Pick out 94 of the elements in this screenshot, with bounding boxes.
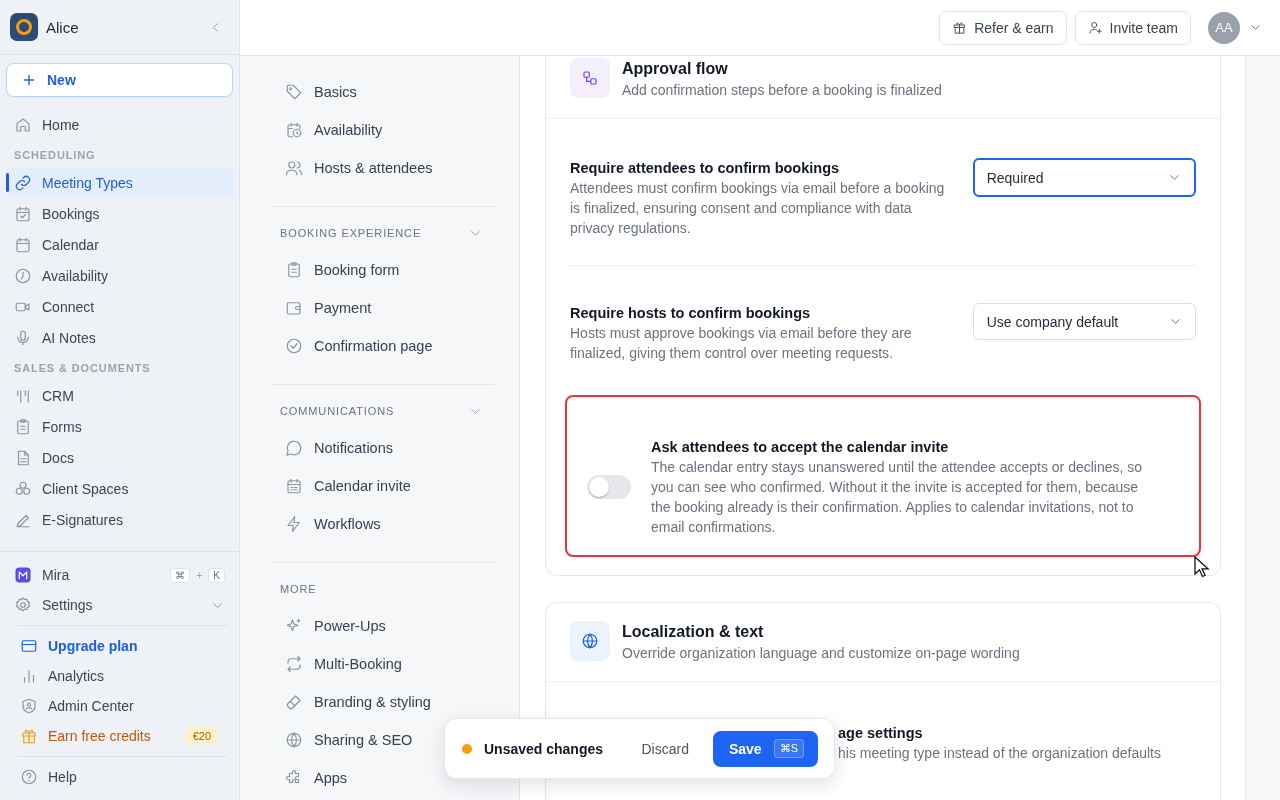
chat-bubble-icon: [285, 439, 303, 457]
nav-item[interactable]: Connect: [6, 291, 233, 322]
status-text: Unsaved changes: [484, 740, 604, 757]
status-dot: [462, 743, 472, 754]
repeat-icon: [285, 655, 303, 673]
card-title: Localization & text: [622, 622, 765, 642]
section-heading: COMMUNICATIONS: [280, 405, 395, 417]
lightning-icon: [285, 515, 303, 533]
setting-description: Attendees must confirm bookings via email before a booking is finalized, ensuring consent and compliance with data privacy regulations.: [570, 179, 946, 238]
globe-icon: [285, 731, 303, 749]
settings-nav-item[interactable]: Availability: [272, 111, 495, 149]
settings-nav-item[interactable]: Multi-Booking: [272, 645, 495, 683]
plus-icon: [21, 72, 37, 88]
nav-item[interactable]: Help: [12, 762, 227, 792]
toolbar-button[interactable]: Refer & earn: [939, 10, 1067, 45]
clipboard-icon: [14, 417, 32, 436]
clipboard-icon: [285, 261, 303, 279]
assistant-logo-icon: [14, 566, 32, 584]
help-icon: [20, 768, 38, 786]
section-heading: SALES & DOCUMENTS: [13, 361, 152, 376]
link-icon: [14, 173, 32, 192]
section-heading: SCHEDULING: [13, 148, 97, 163]
settings-nav-item[interactable]: Notifications: [272, 429, 495, 467]
nav-item[interactable]: E-Signatures: [6, 504, 233, 535]
calendar-check-icon: [14, 204, 32, 223]
workspace-logo-icon: [10, 13, 38, 41]
clock-icon: [14, 266, 32, 285]
nav-item[interactable]: Analytics: [12, 661, 227, 691]
nav-item[interactable]: Mira ⌘ + K: [6, 560, 233, 590]
nav-item[interactable]: Home: [6, 109, 233, 140]
setting-label: age settings: [838, 724, 924, 743]
section-heading: BOOKING EXPERIENCE: [280, 227, 422, 239]
nav-item[interactable]: Client Spaces: [6, 473, 233, 504]
nav-item[interactable]: CRM: [6, 380, 233, 411]
settings-nav-item[interactable]: Power-Ups: [272, 607, 495, 645]
keyboard-key: K: [208, 567, 225, 583]
nav-item[interactable]: Calendar: [6, 229, 233, 260]
nav-item[interactable]: Bookings: [6, 198, 233, 229]
settings-nav-item[interactable]: Apps: [272, 759, 495, 797]
card-subtitle: Add confirmation steps before a booking is finalized: [622, 81, 942, 100]
settings-nav-item[interactable]: Calendar invite: [272, 467, 495, 505]
nav-item[interactable]: Docs: [6, 442, 233, 473]
gift-icon: [20, 727, 38, 745]
credit-badge: €20: [184, 728, 219, 744]
calendar-icon: [14, 235, 32, 254]
settings-nav-item[interactable]: Branding & styling: [272, 683, 495, 721]
check-circle-icon: [285, 337, 303, 355]
setting-label: Require hosts to confirm bookings: [570, 304, 812, 323]
nav-item[interactable]: AI Notes: [6, 322, 233, 353]
shield-user-icon: [20, 697, 38, 715]
add-user-icon: [1087, 20, 1103, 35]
card-title: Approval flow: [622, 59, 729, 79]
calendar-icon: [285, 477, 303, 495]
nav-item[interactable]: Availability: [6, 260, 233, 291]
workspace-name: Alice: [46, 18, 80, 36]
settings-nav-item[interactable]: Hosts & attendees: [272, 149, 495, 187]
circles-icon: [14, 479, 32, 498]
save-button[interactable]: Save ⌘S: [712, 730, 818, 767]
gift-icon: [952, 20, 968, 35]
users-icon: [285, 159, 303, 177]
dropdown[interactable]: Use company default: [972, 303, 1196, 340]
nav-item[interactable]: Settings: [6, 590, 233, 620]
card-subtitle: Override organization language and customize on-page wording: [622, 644, 1020, 663]
nav-item[interactable]: Admin Center: [12, 691, 227, 721]
settings-nav-item[interactable]: Payment: [272, 289, 495, 327]
section-heading: MORE: [280, 583, 317, 595]
globe-icon: [581, 632, 599, 650]
microphone-icon: [14, 328, 32, 347]
nav-item[interactable]: Upgrade plan: [12, 631, 227, 661]
nav-item[interactable]: Meeting Types: [6, 167, 233, 198]
setting-description: Hosts must approve bookings via email before they are finalized, giving them control over meeting requests.: [570, 324, 913, 363]
setting-label: Require attendees to confirm bookings: [570, 159, 841, 178]
nav-item[interactable]: Earn free credits €20: [12, 721, 227, 751]
key-joiner: +: [196, 569, 203, 581]
dropdown[interactable]: Required: [972, 158, 1196, 197]
keyboard-key: ⌘: [170, 567, 191, 583]
tag-icon: [285, 83, 303, 101]
setting-description: The calendar entry stays unanswered until the attendee accepts or declines, so you can see who confirmed. Without it the invite is accepted for them, because the booking already is their confirmation. Applies to calendar invitations, not to email confirmations.: [651, 458, 1144, 537]
credit-card-icon: [20, 637, 38, 655]
settings-icon: [14, 596, 32, 614]
linked-squares-icon: [581, 69, 599, 87]
wallet-icon: [285, 299, 303, 317]
discard-button[interactable]: Discard: [629, 732, 701, 765]
toggle-switch[interactable]: [587, 475, 631, 499]
nav-item[interactable]: Forms: [6, 411, 233, 442]
new-button[interactable]: New: [6, 63, 233, 97]
settings-nav-item[interactable]: Workflows: [272, 505, 495, 543]
calendar-clock-icon: [285, 121, 303, 139]
setting-label: Ask attendees to accept the calendar invite: [651, 438, 950, 457]
toolbar-button[interactable]: Invite team: [1074, 10, 1191, 45]
settings-nav-item[interactable]: Booking form: [272, 251, 495, 289]
settings-nav-item[interactable]: Basics: [272, 73, 495, 111]
setting-description: his meeting type instead of the organization defaults: [838, 744, 1162, 763]
settings-nav-item[interactable]: Confirmation page: [272, 327, 495, 365]
